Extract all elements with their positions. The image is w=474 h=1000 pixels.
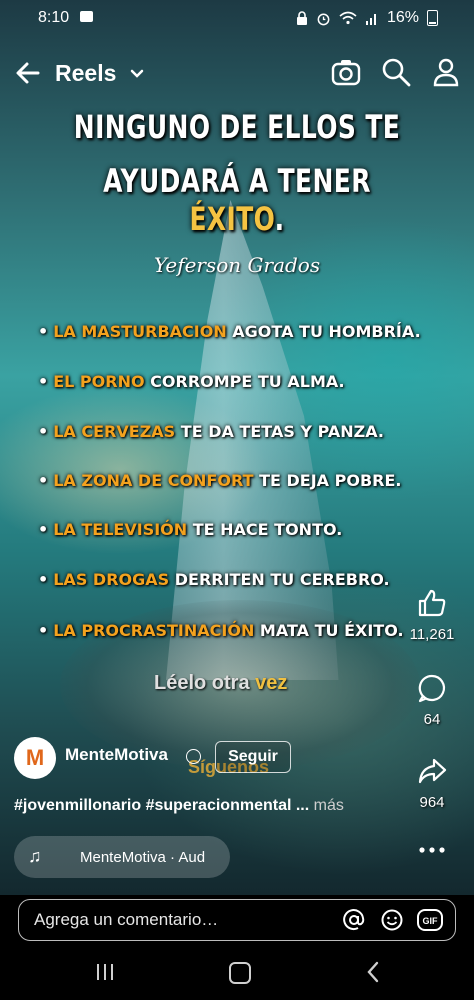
post-caption[interactable]: #jovenmillonario #superacionmental ... m… bbox=[14, 797, 344, 815]
reels-top-bar: Reels bbox=[0, 52, 474, 96]
headline-period: . bbox=[274, 200, 285, 238]
bullet-item: • LA CERVEZAS TE DA TETAS Y PANZA. bbox=[38, 422, 384, 441]
bullet-text: MATA TU ÉXITO. bbox=[259, 621, 404, 640]
signature-text: Yeferson Grados bbox=[153, 253, 321, 277]
comment-bubble-icon[interactable] bbox=[417, 673, 447, 703]
bullet-highlight: EL PORNO bbox=[53, 372, 145, 391]
like-action[interactable]: 11,261 bbox=[404, 588, 460, 643]
bullet-item: • LA TELEVISIÓN TE HACE TONTO. bbox=[38, 520, 342, 539]
more-dots-icon[interactable] bbox=[417, 845, 447, 855]
bullet-highlight: LAS DROGAS bbox=[53, 570, 170, 589]
music-note-icon: ♫ bbox=[28, 846, 42, 866]
image-notification-icon bbox=[80, 11, 93, 22]
more-options-action[interactable] bbox=[404, 845, 460, 863]
bullet-item: • LA MASTURBACION AGOTA TU HOMBRÍA. bbox=[38, 322, 421, 341]
relee-highlight: vez bbox=[255, 672, 288, 694]
follow-button[interactable]: Seguir bbox=[215, 741, 291, 773]
share-count: 964 bbox=[419, 794, 445, 811]
relee-label: Léelo otra bbox=[154, 672, 250, 694]
gif-icon[interactable]: GIF bbox=[417, 908, 443, 932]
back-nav-button[interactable] bbox=[366, 961, 380, 983]
reels-title[interactable]: Reels bbox=[55, 60, 116, 87]
bullet-item: • LA ZONA DE CONFORT TE DEJA POBRE. bbox=[38, 471, 401, 490]
headline-line-1: NINGUNO DE ELLOS TE bbox=[73, 108, 401, 146]
caption-more-link[interactable]: más bbox=[314, 797, 344, 814]
lock-icon bbox=[296, 11, 307, 25]
bullet-dot: • bbox=[38, 621, 49, 640]
gif-label: GIF bbox=[423, 916, 439, 926]
bullet-text: DERRITEN TU CEREBRO. bbox=[174, 570, 390, 589]
headline-line-2: AYUDARÁ A TENER ÉXITO. bbox=[52, 162, 422, 238]
bullet-highlight: LA CERVEZAS bbox=[53, 422, 176, 441]
bullet-dot: • bbox=[38, 422, 49, 441]
bullet-dot: • bbox=[38, 322, 49, 341]
comment-count: 64 bbox=[423, 711, 441, 728]
share-arrow-icon[interactable] bbox=[417, 756, 447, 786]
bullet-text: TE DEJA POBRE. bbox=[259, 471, 402, 490]
bullet-item: • EL PORNO CORROMPE TU ALMA. bbox=[38, 372, 345, 391]
back-arrow-icon[interactable] bbox=[14, 59, 42, 87]
camera-icon[interactable] bbox=[330, 56, 362, 88]
recent-apps-button[interactable] bbox=[97, 964, 115, 980]
bullet-highlight: LA TELEVISIÓN bbox=[53, 520, 188, 539]
comment-action[interactable]: 64 bbox=[404, 673, 460, 728]
bullet-dot: • bbox=[38, 520, 49, 539]
bullet-highlight: LA MASTURBACION bbox=[53, 322, 227, 341]
status-icons: 16% bbox=[296, 9, 438, 27]
status-bar: 8:10 16% bbox=[0, 0, 474, 36]
wifi-icon bbox=[339, 11, 357, 25]
relee-text: Léelo otra vez bbox=[154, 672, 287, 695]
bullet-text: AGOTA TU HOMBRÍA. bbox=[232, 322, 421, 341]
bullet-dot: • bbox=[38, 471, 49, 490]
profile-icon[interactable] bbox=[430, 56, 462, 88]
author-name[interactable]: MenteMotiva bbox=[65, 745, 168, 765]
bullet-text: TE HACE TONTO. bbox=[192, 520, 343, 539]
headline-highlight: ÉXITO bbox=[189, 200, 275, 238]
comment-placeholder: Agrega un comentario… bbox=[34, 910, 219, 929]
alarm-icon bbox=[317, 13, 330, 25]
bullet-item: • LA PROCRASTINACIÓN MATA TU ÉXITO. bbox=[38, 621, 404, 640]
verified-globe-icon bbox=[186, 749, 201, 764]
audio-pill[interactable]: ♫ MenteMotiva · Aud bbox=[14, 836, 230, 878]
bullet-text: CORROMPE TU ALMA. bbox=[150, 372, 345, 391]
bullet-highlight: LA ZONA DE CONFORT bbox=[53, 471, 254, 490]
bullet-text: TE DA TETAS Y PANZA. bbox=[180, 422, 384, 441]
chevron-down-icon[interactable] bbox=[130, 69, 144, 79]
battery-icon bbox=[427, 10, 438, 26]
signal-icon bbox=[365, 14, 376, 25]
mention-icon[interactable] bbox=[342, 908, 366, 932]
headline-line-2-text: AYUDARÁ A TENER bbox=[103, 162, 371, 200]
like-count: 11,261 bbox=[409, 626, 455, 643]
battery-percent: 16% bbox=[386, 9, 419, 26]
bullet-highlight: LA PROCRASTINACIÓN bbox=[53, 621, 255, 640]
caption-text: #jovenmillonario #superacionmental ... bbox=[14, 797, 310, 814]
status-time: 8:10 bbox=[38, 9, 70, 26]
bullet-dot: • bbox=[38, 372, 49, 391]
bullet-item: • LAS DROGAS DERRITEN TU CEREBRO. bbox=[38, 570, 390, 589]
share-action[interactable]: 964 bbox=[404, 756, 460, 811]
author-avatar[interactable]: M bbox=[14, 737, 56, 779]
audio-label: MenteMotiva · Aud bbox=[80, 849, 206, 866]
emoji-icon[interactable] bbox=[380, 908, 404, 932]
search-icon[interactable] bbox=[380, 56, 412, 88]
home-button[interactable] bbox=[229, 962, 251, 984]
thumbs-up-icon[interactable] bbox=[417, 588, 447, 618]
bullet-dot: • bbox=[38, 570, 49, 589]
